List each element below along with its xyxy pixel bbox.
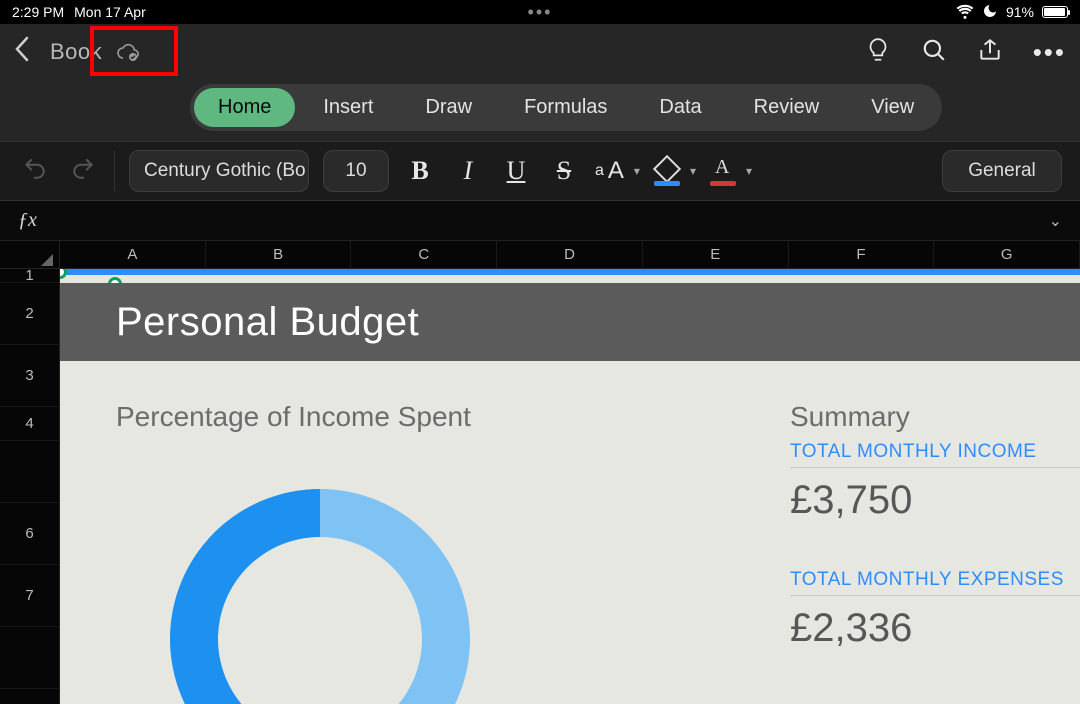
row-headers: 1 2 3 4 6 7 [0,269,60,704]
formula-bar[interactable]: ƒx ⌄ [0,201,1080,241]
wifi-icon [956,2,974,23]
tab-draw[interactable]: Draw [401,88,496,127]
expenses-label: TOTAL MONTHLY EXPENSES [790,569,1080,596]
section-heading-right: Summary [790,401,910,433]
row-header[interactable]: 1 [0,269,59,283]
number-format-select[interactable]: General [942,150,1062,192]
status-time: 2:29 PM [12,4,64,20]
font-select[interactable]: Century Gothic (Bo [129,150,309,192]
multitask-dots[interactable]: ••• [528,7,553,17]
formula-bar-expand-icon[interactable]: ⌄ [1049,211,1062,231]
section-heading-left: Percentage of Income Spent [116,401,471,433]
cloud-sync-icon[interactable] [116,42,140,67]
search-icon[interactable] [921,37,947,68]
expenses-value: £2,336 [790,606,1080,651]
col-header[interactable]: E [643,241,789,268]
sheet-title: Personal Budget [116,300,419,345]
share-icon[interactable] [977,37,1003,68]
italic-button[interactable]: I [451,156,485,186]
app-title-bar: Book ••• [0,24,1080,80]
row-header[interactable] [0,627,59,689]
ideas-icon[interactable] [865,37,891,68]
font-size-select[interactable]: 10 [323,150,389,192]
ribbon-toolbar: Century Gothic (Bo 10 B I U S aA▾ ▾ ▾ Ge… [0,141,1080,201]
fill-color-button[interactable]: ▾ [654,158,696,184]
font-color-button[interactable]: ▾ [710,158,752,184]
undo-button[interactable] [18,155,52,188]
row-header[interactable]: 4 [0,407,59,441]
column-headers: A B C D E F G [0,241,1080,269]
tab-home[interactable]: Home [194,88,295,127]
tab-data[interactable]: Data [635,88,725,127]
document-title[interactable]: Book [50,39,102,65]
redo-button[interactable] [66,155,100,188]
row-header[interactable]: 3 [0,345,59,407]
underline-button[interactable]: U [499,156,533,186]
income-label: TOTAL MONTHLY INCOME [790,441,1080,468]
summary-expenses-block: TOTAL MONTHLY EXPENSES £2,336 [790,569,1080,651]
selection-bar [60,269,1080,275]
back-button[interactable] [14,36,30,69]
sheet-title-band: Personal Budget [60,283,1080,361]
col-header[interactable]: F [789,241,935,268]
moon-icon [982,3,998,22]
bold-button[interactable]: B [403,156,437,186]
summary-income-block: TOTAL MONTHLY INCOME £3,750 [790,441,1080,523]
tab-insert[interactable]: Insert [299,88,397,127]
worksheet-area[interactable]: 1 2 3 4 6 7 Personal Budget Percentage o… [0,269,1080,704]
ribbon-tabs-bar: Home Insert Draw Formulas Data Review Vi… [0,80,1080,141]
tab-formulas[interactable]: Formulas [500,88,631,127]
row-header[interactable]: 2 [0,283,59,345]
income-value: £3,750 [790,478,1080,523]
strikethrough-button[interactable]: S [547,156,581,186]
device-status-bar: 2:29 PM Mon 17 Apr ••• 91% [0,0,1080,24]
fx-icon: ƒx [18,209,37,232]
selection-handle[interactable] [60,269,67,279]
col-header[interactable]: G [934,241,1080,268]
col-header[interactable]: A [60,241,206,268]
battery-pct: 91% [1006,4,1034,20]
tab-view[interactable]: View [847,88,938,127]
row-header[interactable]: 6 [0,503,59,565]
row-header[interactable] [0,441,59,503]
select-all-corner[interactable] [0,241,60,268]
donut-chart [170,489,470,704]
col-header[interactable]: C [351,241,497,268]
col-header[interactable]: B [206,241,352,268]
tab-review[interactable]: Review [730,88,844,127]
battery-icon [1042,6,1068,18]
col-header[interactable]: D [497,241,643,268]
status-date: Mon 17 Apr [74,4,146,20]
text-size-button[interactable]: aA▾ [595,157,640,185]
row-header[interactable]: 7 [0,565,59,627]
sheet-canvas[interactable]: Personal Budget Percentage of Income Spe… [60,269,1080,704]
